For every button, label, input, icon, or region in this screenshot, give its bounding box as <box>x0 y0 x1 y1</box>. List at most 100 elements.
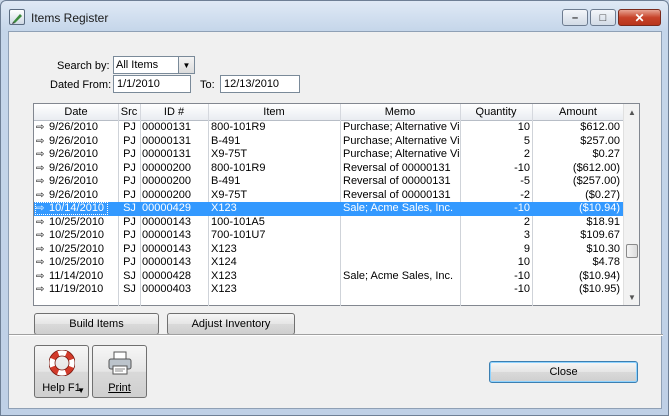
table-row[interactable]: ⇨ 11/14/2010 SJ 00000428 X123 Sale; Acme Sale… <box>34 270 624 284</box>
maximize-button[interactable]: □ <box>590 9 616 26</box>
table-row[interactable]: ⇨ 10/25/2010 PJ 00000143 700-101U7 3 $109.67 <box>34 229 624 243</box>
row-arrow-icon[interactable]: ⇨ <box>36 270 48 283</box>
cell-date: 9/26/2010 <box>49 134 98 147</box>
row-arrow-icon[interactable]: ⇨ <box>36 189 48 202</box>
cell-item: 800-101R9 <box>211 161 266 174</box>
cell-amount: ($10.94) <box>579 202 620 214</box>
dialog-body: Search by: All Items ▼ Dated From: 1/1/2… <box>8 31 663 409</box>
row-arrow-icon[interactable]: ⇨ <box>36 148 48 161</box>
cell-item: 700-101U7 <box>211 229 266 241</box>
dated-from-field[interactable]: 1/1/2010 <box>113 75 191 93</box>
cell-memo: Reversal of 00000131 <box>343 175 451 187</box>
cell-item: X123 <box>211 269 237 282</box>
cell-id: 00000131 <box>142 134 191 147</box>
cell-date: 9/26/2010 <box>49 148 98 160</box>
row-arrow-icon[interactable]: ⇨ <box>36 283 48 296</box>
close-window-button[interactable]: ✕ <box>618 9 661 26</box>
print-label: Print <box>108 382 131 394</box>
row-arrow-icon[interactable]: ⇨ <box>36 229 48 242</box>
scroll-up-icon[interactable]: ▲ <box>624 104 640 120</box>
cell-id: 00000429 <box>142 202 191 214</box>
cell-qty: 3 <box>523 229 530 241</box>
column-header-src[interactable]: Src <box>118 106 140 118</box>
cell-src: PJ <box>123 134 136 147</box>
vertical-scrollbar[interactable]: ▲ ▼ <box>623 104 639 305</box>
chevron-down-icon[interactable]: ▼ <box>178 57 194 73</box>
close-button[interactable]: Close <box>489 361 638 383</box>
cell-src: PJ <box>123 161 136 174</box>
column-header-item[interactable]: Item <box>208 106 340 118</box>
cell-amount: $109.67 <box>580 229 620 241</box>
adjust-inventory-button[interactable]: Adjust Inventory <box>167 313 295 335</box>
dated-from-value: 1/1/2010 <box>117 78 160 90</box>
cell-qty: 10 <box>517 256 530 268</box>
dated-from-label: Dated From: <box>50 79 112 91</box>
cell-qty: -10 <box>514 269 530 282</box>
cell-memo: Purchase; Alternative Vi <box>343 134 459 147</box>
column-header-amount[interactable]: Amount <box>532 106 624 118</box>
table-row[interactable]: ⇨ 9/26/2010 PJ 00000131 B-491 Purchase; Alter… <box>34 135 624 149</box>
table-row[interactable]: ⇨ 11/19/2010 SJ 00000403 X123 -10 ($10.95) <box>34 283 624 297</box>
title-bar[interactable]: Items Register – □ ✕ <box>1 1 668 31</box>
table-row[interactable]: ⇨ 9/26/2010 PJ 00000200 800-101R9 Reversal of… <box>34 162 624 176</box>
cell-qty: 9 <box>523 242 530 255</box>
app-icon[interactable] <box>9 9 25 25</box>
scroll-down-icon[interactable]: ▼ <box>624 289 640 305</box>
cell-date: 10/25/2010 <box>49 215 105 228</box>
table-row[interactable]: ⇨ 9/26/2010 PJ 00000200 B-491 Reversal of 000… <box>34 175 624 189</box>
row-arrow-icon[interactable]: ⇨ <box>36 135 48 148</box>
column-header-memo[interactable]: Memo <box>340 106 460 118</box>
cell-src: PJ <box>123 121 136 133</box>
cell-amount: ($257.00) <box>572 175 620 187</box>
cell-memo: Reversal of 00000131 <box>343 188 451 201</box>
cell-date: 10/25/2010 <box>49 256 105 268</box>
dated-to-field[interactable]: 12/13/2010 <box>220 75 300 93</box>
cell-item: 100-101A5 <box>211 215 265 228</box>
cell-id: 00000131 <box>142 148 191 160</box>
cell-date: 9/26/2010 <box>49 175 98 187</box>
column-header-id[interactable]: ID # <box>140 106 208 118</box>
row-arrow-icon[interactable]: ⇨ <box>36 256 48 269</box>
cell-amount: $0.27 <box>592 148 620 160</box>
table-row[interactable]: ⇨ 10/25/2010 PJ 00000143 100-101A5 2 $18.91 <box>34 216 624 230</box>
scroll-thumb[interactable] <box>626 244 638 258</box>
items-register-grid[interactable]: Date Src ID # Item Memo Quantity Amount … <box>33 103 640 306</box>
cell-id: 00000131 <box>142 121 191 133</box>
maximize-icon: □ <box>599 11 607 24</box>
dropdown-arrow-icon[interactable]: ▼ <box>77 386 85 395</box>
table-row[interactable]: ⇨ 10/14/2010 SJ 00000429 X123 Sale; Acme Sale… <box>34 202 624 216</box>
help-button[interactable]: Help F1 ▼ <box>34 345 89 398</box>
cell-item: X123 <box>211 202 237 214</box>
cell-item: B-491 <box>211 175 241 187</box>
minimize-button[interactable]: – <box>562 9 588 26</box>
table-row[interactable]: ⇨ 9/26/2010 PJ 00000200 X9-75T Reversal of 00… <box>34 189 624 203</box>
window-title: Items Register <box>31 11 109 25</box>
row-arrow-icon[interactable]: ⇨ <box>36 243 48 256</box>
close-icon: ✕ <box>634 10 645 25</box>
cell-src: SJ <box>123 202 136 214</box>
table-row[interactable]: ⇨ 9/26/2010 PJ 00000131 X9-75T Purchase; Alte… <box>34 148 624 162</box>
row-arrow-icon[interactable]: ⇨ <box>36 121 48 134</box>
cell-date: 10/25/2010 <box>49 242 105 255</box>
cell-memo: Reversal of 00000131 <box>343 161 451 174</box>
cell-date: 10/25/2010 <box>49 229 105 241</box>
cell-qty: -10 <box>514 283 530 295</box>
row-arrow-icon[interactable]: ⇨ <box>36 175 48 188</box>
cell-memo: Purchase; Alternative Vi <box>343 148 459 160</box>
row-arrow-icon[interactable]: ⇨ <box>36 162 48 175</box>
grid-rows: ⇨ 9/26/2010 PJ 00000131 800-101R9 Purchase; A… <box>34 121 624 306</box>
search-by-select[interactable]: All Items ▼ <box>113 56 195 74</box>
cell-amount: ($10.95) <box>579 283 620 295</box>
column-header-quantity[interactable]: Quantity <box>460 106 532 118</box>
minimize-icon: – <box>571 11 579 24</box>
build-items-button[interactable]: Build Items <box>34 313 159 335</box>
cell-src: PJ <box>123 188 136 201</box>
cell-src: PJ <box>123 175 136 187</box>
table-row[interactable]: ⇨ 10/25/2010 PJ 00000143 X123 9 $10.30 <box>34 243 624 257</box>
table-row[interactable]: ⇨ 10/25/2010 PJ 00000143 X124 10 $4.78 <box>34 256 624 270</box>
cell-qty: -10 <box>514 202 530 214</box>
column-header-date[interactable]: Date <box>34 106 118 118</box>
print-button[interactable]: Print <box>92 345 147 398</box>
table-row[interactable]: ⇨ 9/26/2010 PJ 00000131 800-101R9 Purchase; A… <box>34 121 624 135</box>
row-arrow-icon[interactable]: ⇨ <box>36 216 48 229</box>
